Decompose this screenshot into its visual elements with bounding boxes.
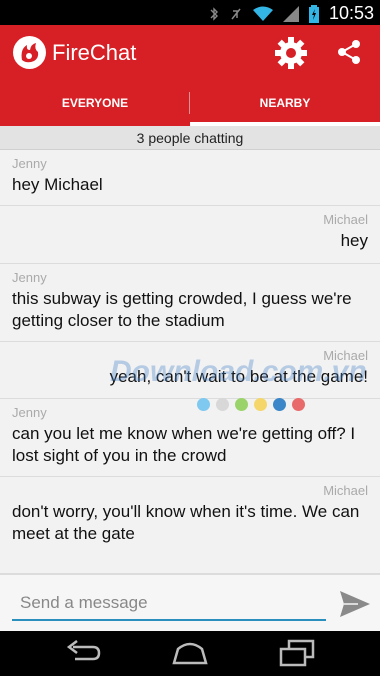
status-icons: 10:53 bbox=[209, 3, 374, 24]
message-item: Michael hey bbox=[0, 206, 380, 264]
tab-everyone[interactable]: EVERYONE bbox=[0, 80, 190, 126]
tab-nearby[interactable]: NEARBY bbox=[190, 80, 380, 126]
signal-icon bbox=[282, 5, 299, 22]
message-text: yeah, can't wait to be at the game! bbox=[109, 367, 368, 386]
tab-divider bbox=[189, 92, 190, 114]
send-icon[interactable] bbox=[338, 587, 372, 621]
message-text: hey bbox=[340, 231, 368, 250]
back-icon[interactable] bbox=[63, 639, 103, 667]
message-text: don't worry, you'll know when it's time.… bbox=[12, 502, 360, 543]
message-list[interactable]: Jenny hey Michael Michael hey Jenny this… bbox=[0, 150, 380, 574]
message-item: Jenny this subway is getting crowded, I … bbox=[0, 264, 380, 342]
message-sender: Michael bbox=[323, 348, 368, 363]
message-item: Michael yeah, can't wait to be at the ga… bbox=[0, 342, 380, 399]
message-sender: Michael bbox=[323, 212, 368, 227]
message-text: can you let me know when we're getting o… bbox=[12, 424, 356, 465]
wifi-icon bbox=[252, 6, 273, 21]
battery-icon bbox=[308, 4, 319, 23]
message-sender: Jenny bbox=[12, 156, 47, 171]
message-sender: Jenny bbox=[12, 270, 47, 285]
message-input[interactable] bbox=[12, 587, 326, 621]
recent-apps-icon[interactable] bbox=[277, 639, 317, 667]
mute-icon bbox=[231, 8, 241, 19]
message-text: this subway is getting crowded, I guess … bbox=[12, 289, 352, 330]
message-composer bbox=[0, 574, 380, 631]
home-icon[interactable] bbox=[170, 639, 210, 667]
message-sender: Jenny bbox=[12, 405, 47, 420]
bluetooth-icon bbox=[210, 6, 218, 21]
app-bar: FireChat bbox=[0, 25, 380, 80]
message-item: Jenny hey Michael bbox=[0, 150, 380, 206]
tab-bar: EVERYONE NEARBY bbox=[0, 80, 380, 126]
message-text: hey Michael bbox=[12, 175, 103, 194]
firechat-logo-icon bbox=[13, 36, 46, 69]
system-nav-bar bbox=[0, 631, 380, 676]
message-item: Jenny can you let me know when we're get… bbox=[0, 399, 380, 477]
message-item: Michael don't worry, you'll know when it… bbox=[0, 477, 380, 574]
settings-gear-icon[interactable] bbox=[275, 37, 307, 69]
status-bar: 10:53 bbox=[0, 0, 380, 25]
clock: 10:53 bbox=[328, 3, 374, 23]
people-count-bar: 3 people chatting bbox=[0, 126, 380, 150]
message-sender: Michael bbox=[323, 483, 368, 498]
app-title: FireChat bbox=[52, 40, 137, 65]
share-icon[interactable] bbox=[334, 37, 364, 67]
